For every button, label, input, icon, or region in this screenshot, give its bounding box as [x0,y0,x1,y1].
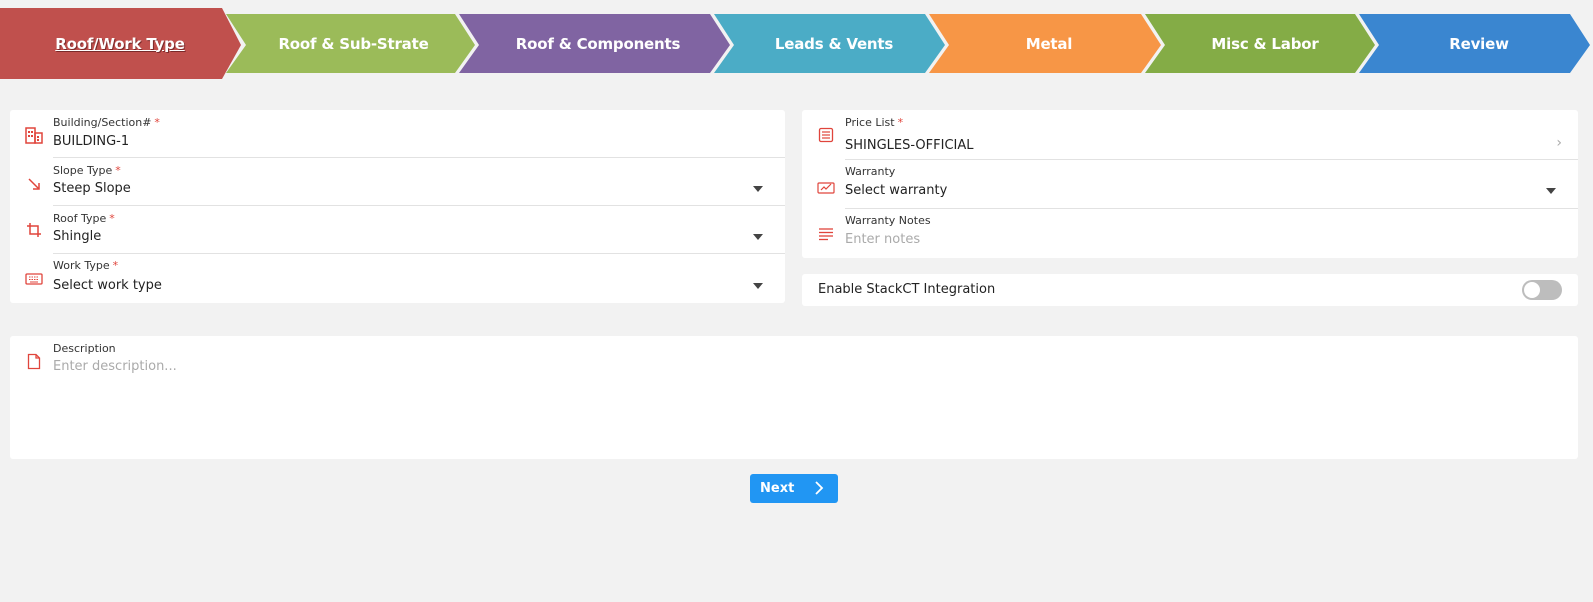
wizard-stepper: Roof/Work Type Roof & Sub-Strate Roof & … [0,0,1593,82]
stackct-label: Enable StackCT Integration [818,282,996,297]
step-review[interactable]: Review [1379,14,1579,73]
slope-type-field[interactable]: Slope Type * Steep Slope [10,158,785,206]
work-type-field[interactable]: Work Type * Select work type [10,254,785,303]
notes-icon [816,224,836,244]
warranty-notes-label: Warranty Notes [845,214,931,227]
roof-type-field[interactable]: Roof Type * Shingle [10,206,785,254]
step-label: Misc & Labor [1211,34,1319,53]
step-leads-vents[interactable]: Leads & Vents [734,14,934,73]
description-input[interactable]: Enter description... [53,359,177,374]
roof-type-label: Roof Type * [53,212,115,225]
chevron-down-icon[interactable] [753,186,763,192]
description-label: Description [53,342,116,355]
next-button[interactable]: Next [750,474,838,503]
crop-icon [24,220,44,240]
slope-arrow-icon [24,174,44,194]
step-label: Roof & Components [515,34,681,53]
step-label: Leads & Vents [774,34,894,53]
chevron-down-icon[interactable] [1546,188,1556,194]
building-icon [24,125,44,145]
chevron-down-icon[interactable] [753,234,763,240]
warranty-label: Warranty [845,165,896,178]
building-section-value[interactable]: BUILDING-1 [53,134,129,149]
step-label: Roof & Sub-Strate [278,34,429,53]
slope-type-value[interactable]: Steep Slope [53,181,131,196]
warranty-field[interactable]: Warranty Select warranty [802,160,1578,209]
signature-icon [816,177,836,197]
building-section-field[interactable]: Building/Section# * BUILDING-1 [10,110,785,158]
stackct-integration-row: Enable StackCT Integration [802,274,1578,306]
work-type-value[interactable]: Select work type [53,278,162,293]
warranty-notes-field[interactable]: Warranty Notes Enter notes [802,209,1578,258]
toggle-knob [1524,282,1540,298]
step-roof-sub-strate[interactable]: Roof & Sub-Strate [246,14,461,73]
chevron-right-icon[interactable]: › [1556,135,1562,151]
price-list-value[interactable]: SHINGLES-OFFICIAL [845,138,974,153]
building-section-label: Building/Section# * [53,116,160,129]
pricing-card: Price List * SHINGLES-OFFICIAL › Warranty… [802,110,1578,258]
list-icon [816,125,836,145]
step-roof-work-type[interactable]: Roof/Work Type [0,8,240,79]
price-list-field[interactable]: Price List * SHINGLES-OFFICIAL › [802,110,1578,160]
roof-info-card: Building/Section# * BUILDING-1 Slope Type… [10,110,785,303]
step-misc-labor[interactable]: Misc & Labor [1165,14,1365,73]
keyboard-icon [24,269,44,289]
price-list-label: Price List * [845,116,904,129]
stackct-toggle[interactable] [1522,280,1562,300]
step-label: Roof/Work Type [55,34,185,53]
next-button-label: Next [760,481,795,496]
slope-type-label: Slope Type * [53,164,121,177]
warranty-notes-input[interactable]: Enter notes [845,232,920,247]
chevron-right-icon [814,480,824,499]
warranty-value[interactable]: Select warranty [845,183,947,198]
step-label: Review [1449,34,1509,53]
work-type-label: Work Type * [53,259,119,272]
description-card: Description Enter description... [10,336,1578,459]
step-label: Metal [1025,34,1073,53]
document-icon [24,351,44,371]
step-metal[interactable]: Metal [949,14,1149,73]
step-roof-components[interactable]: Roof & Components [479,14,717,73]
description-field[interactable]: Description Enter description... [10,336,1578,459]
roof-type-value[interactable]: Shingle [53,229,101,244]
chevron-down-icon[interactable] [753,283,763,289]
